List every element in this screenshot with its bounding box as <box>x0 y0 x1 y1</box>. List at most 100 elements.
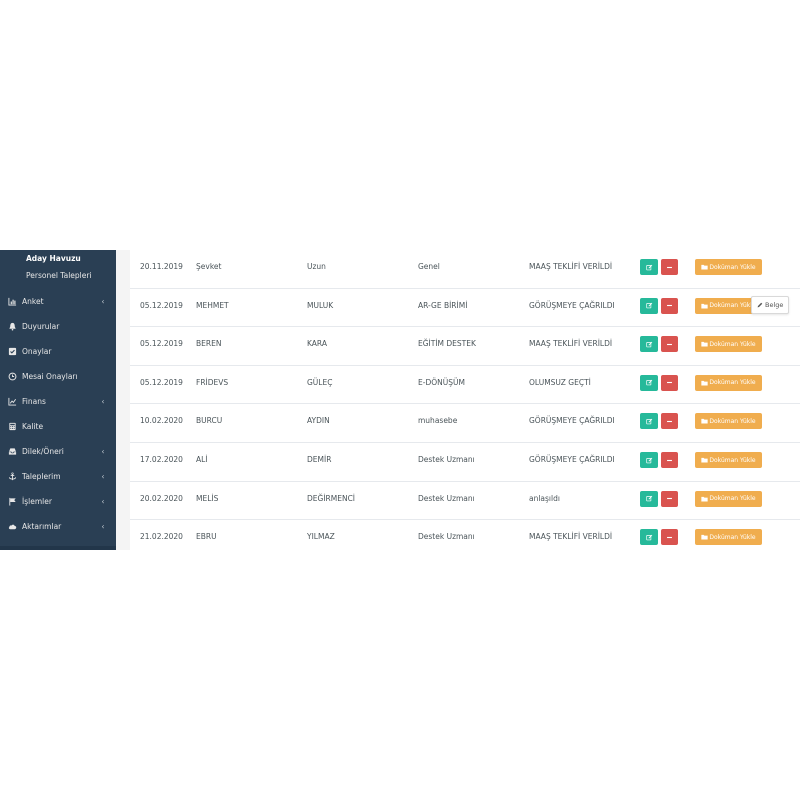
edit-icon <box>645 302 652 309</box>
clock-icon <box>8 372 17 381</box>
upload-document-label: Doküman Yükle <box>709 417 756 425</box>
calculator-icon <box>8 422 17 431</box>
cell-first-name: FRİDEVS <box>196 377 229 387</box>
upload-document-label: Doküman Yükle <box>709 379 756 387</box>
cell-date: 20.11.2019 <box>140 262 183 271</box>
sidebar-subitem-personel-talepleri[interactable]: Personel Talepleri <box>26 271 92 280</box>
cell-last-name: YILMAZ <box>307 532 335 542</box>
edit-button[interactable] <box>640 529 658 546</box>
edit-button[interactable] <box>640 297 658 314</box>
cell-first-name: BURCU <box>196 416 223 426</box>
upload-document-button[interactable]: Doküman Yükle <box>695 259 762 275</box>
edit-button[interactable] <box>640 413 658 430</box>
cell-last-name: GÜLEÇ <box>307 377 333 387</box>
sidebar-item-finans[interactable]: Finans ‹ <box>0 389 116 414</box>
edit-button[interactable] <box>640 374 658 391</box>
sidebar-subitem-aday-havuzu[interactable]: Aday Havuzu <box>26 254 81 263</box>
sidebar-item-aktarimlar[interactable]: Aktarımlar ‹ <box>0 514 116 539</box>
chevron-left-icon: ‹ <box>101 397 105 406</box>
bell-icon <box>8 322 17 331</box>
cell-last-name: DEĞİRMENCİ <box>307 493 356 503</box>
delete-button[interactable] <box>661 529 678 546</box>
cell-department: Destek Uzmanı <box>418 532 475 542</box>
cloud-icon <box>8 522 17 531</box>
edit-icon <box>645 495 652 502</box>
delete-button[interactable] <box>661 413 678 430</box>
cell-date: 21.02.2020 <box>140 532 183 542</box>
sidebar-item-label: Kalite <box>22 422 44 431</box>
cell-first-name: ALİ <box>196 455 208 464</box>
table-row: 05.12.2019 MEHMET MULUK AR-GE BİRİMİ GÖR… <box>130 289 800 328</box>
sidebar-item-label: İşlemler <box>22 497 52 506</box>
anchor-icon <box>8 472 17 481</box>
sidebar-item-label: Aktarımlar <box>22 522 62 531</box>
upload-document-label: Doküman Yükle <box>709 456 756 464</box>
upload-document-button[interactable]: Doküman Yükle <box>695 490 762 507</box>
edit-icon <box>645 457 652 463</box>
upload-document-button[interactable]: Doküman Yükle <box>695 413 762 430</box>
minus-icon <box>667 382 672 384</box>
delete-button[interactable] <box>661 452 678 468</box>
check-square-icon <box>8 347 17 356</box>
table-row: 05.12.2019 BEREN KARA EĞİTİM DESTEK MAAŞ… <box>130 327 800 366</box>
cell-last-name: AYDIN <box>307 416 330 426</box>
sidebar-item-kalite[interactable]: Kalite <box>0 414 116 439</box>
edit-button[interactable] <box>640 336 658 353</box>
delete-button[interactable] <box>661 374 678 391</box>
delete-button[interactable] <box>661 297 678 314</box>
chevron-left-icon: ‹ <box>101 447 105 456</box>
sidebar-item-label: Finans <box>22 397 46 406</box>
table-row: 20.02.2020 MELİS DEĞİRMENCİ Destek Uzman… <box>130 482 800 521</box>
pencil-icon <box>757 302 763 307</box>
edit-button[interactable] <box>640 452 658 468</box>
sidebar-item-dilek-oneri[interactable]: Dilek/Öneri ‹ <box>0 439 116 464</box>
edit-icon <box>645 418 652 425</box>
sidebar-item-islemler[interactable]: İşlemler ‹ <box>0 489 116 514</box>
cell-department: E-DÖNÜŞÜM <box>418 377 465 387</box>
cell-date: 20.02.2020 <box>140 493 183 503</box>
sidebar-item-mesai-onaylari[interactable]: Mesai Onayları <box>0 364 116 389</box>
cell-first-name: BEREN <box>196 339 222 349</box>
sidebar-item-label: Duyurular <box>22 322 60 331</box>
folder-icon <box>701 303 709 309</box>
delete-button[interactable] <box>661 336 678 353</box>
line-chart-icon <box>8 397 17 406</box>
upload-document-label: Doküman Yükle <box>709 263 756 271</box>
delete-button[interactable] <box>661 259 678 275</box>
table-row: 21.02.2020 EBRU YILMAZ Destek Uzmanı MAA… <box>130 520 800 550</box>
cell-last-name: DEMİR <box>307 455 332 464</box>
upload-document-label: Doküman Yükle <box>709 302 756 310</box>
upload-document-button[interactable]: Doküman Yükle <box>695 452 762 468</box>
cell-department: AR-GE BİRİMİ <box>418 300 468 310</box>
document-tooltip[interactable]: Belge <box>751 295 790 314</box>
upload-document-button[interactable]: Doküman Yükle <box>695 336 762 353</box>
upload-document-button[interactable]: Doküman Yükle <box>695 529 762 546</box>
table-row: 10.02.2020 BURCU AYDIN muhasebe GÖRÜŞMEY… <box>130 404 800 443</box>
bar-chart-icon <box>8 297 17 306</box>
folder-icon <box>701 419 709 424</box>
edit-icon <box>645 341 652 347</box>
cell-status: GÖRÜŞMEYE ÇAĞRILDI <box>529 455 615 464</box>
cell-department: muhasebe <box>418 416 458 426</box>
sidebar-item-taleplerim[interactable]: Taleplerim ‹ <box>0 464 116 489</box>
sidebar: Aday Havuzu Personel Talepleri Anket ‹ D… <box>0 250 116 550</box>
delete-button[interactable] <box>661 490 678 507</box>
cell-date: 05.12.2019 <box>140 300 183 310</box>
sidebar-item-duyurular[interactable]: Duyurular <box>0 314 116 339</box>
sidebar-item-label: Dilek/Öneri <box>22 447 64 456</box>
cell-department: Genel <box>418 262 440 271</box>
edit-button[interactable] <box>640 490 658 507</box>
minus-icon <box>667 498 672 500</box>
candidate-table: 20.11.2019 Şevket Uzun Genel MAAŞ TEKLİF… <box>130 250 800 550</box>
edit-button[interactable] <box>640 259 658 275</box>
sidebar-item-onaylar[interactable]: Onaylar <box>0 339 116 364</box>
folder-icon <box>701 457 709 463</box>
cell-department: Destek Uzmanı <box>418 455 475 464</box>
upload-document-button[interactable]: Doküman Yükle <box>695 374 762 391</box>
folder-icon <box>701 496 709 502</box>
chevron-left-icon: ‹ <box>101 297 105 306</box>
sidebar-item-anket[interactable]: Anket ‹ <box>0 289 116 314</box>
cell-status: MAAŞ TEKLİFİ VERİLDİ <box>529 339 613 349</box>
sidebar-item-label: Onaylar <box>22 347 52 356</box>
cell-first-name: MEHMET <box>196 300 229 310</box>
